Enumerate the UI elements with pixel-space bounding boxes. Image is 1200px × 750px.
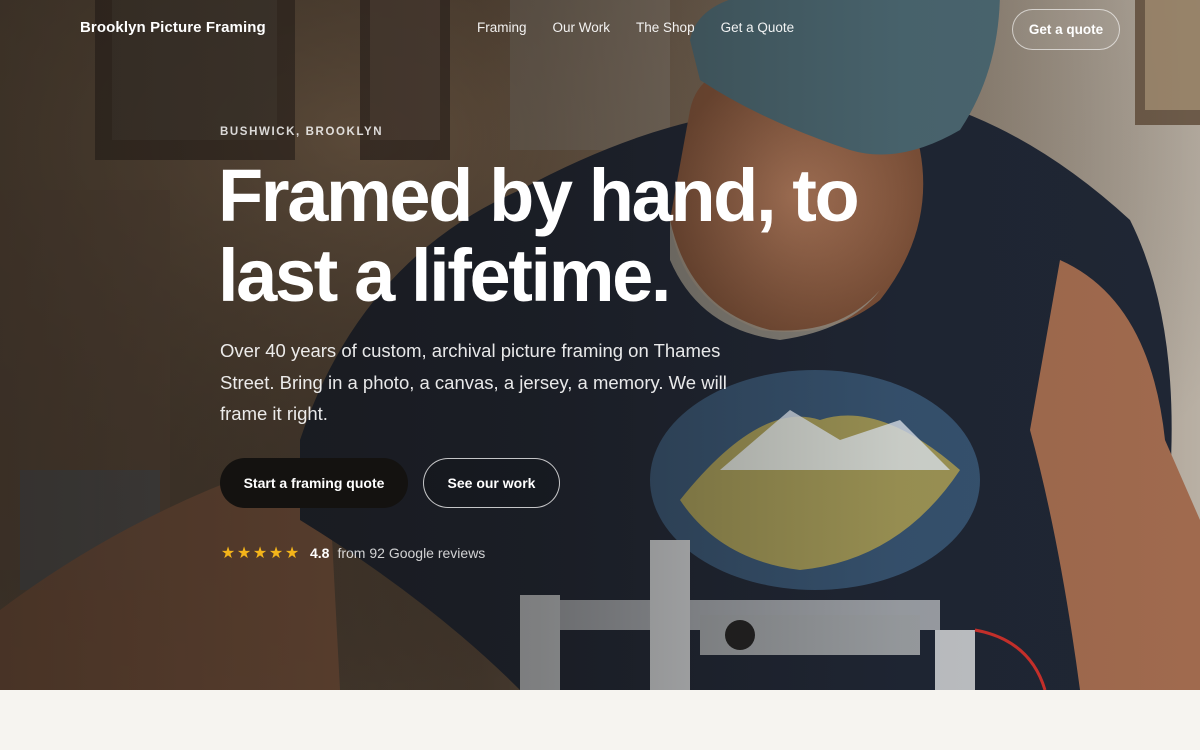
hero-description: Over 40 years of custom, archival pictur… <box>220 340 727 424</box>
nav-link-framing[interactable]: Framing <box>477 20 527 35</box>
see-our-work-button[interactable]: See our work <box>423 458 560 508</box>
hero-headline-line-1: Framed by hand, to <box>218 154 860 237</box>
rating-review-count: from 92 Google reviews <box>337 545 486 561</box>
nav-get-quote-button[interactable]: Get a quote <box>1012 9 1120 50</box>
hero-headline-line-2: last a lifetime. <box>218 234 671 317</box>
nav-link-get-a-quote[interactable]: Get a Quote <box>721 20 795 35</box>
top-navigation: Brooklyn Picture Framing Framing Our Wor… <box>0 0 1200 58</box>
star-icon: ★ <box>284 545 300 562</box>
star-icon: ★ <box>268 545 284 562</box>
google-rating: ★ ★ ★ ★ ★ 4.8 from 92 Google reviews <box>220 544 485 562</box>
nav-links: Framing Our Work The Shop Get a Quote <box>477 20 820 35</box>
start-framing-quote-button[interactable]: Start a framing quote <box>220 458 408 508</box>
hero-headline: Framed by hand, to last a lifetime. <box>218 156 918 316</box>
star-icon: ★ <box>252 545 268 562</box>
star-icon: ★ <box>236 545 252 562</box>
nav-link-the-shop[interactable]: The Shop <box>636 20 695 35</box>
hero-eyebrow: BUSHWICK, BROOKLYN <box>220 126 384 138</box>
nav-link-our-work[interactable]: Our Work <box>553 20 611 35</box>
brand-logo-text[interactable]: Brooklyn Picture Framing <box>80 19 266 36</box>
hero-section: Brooklyn Picture Framing Framing Our Wor… <box>0 0 1200 690</box>
rating-stars: ★ ★ ★ ★ ★ <box>220 543 300 563</box>
rating-score: 4.8 <box>310 545 330 561</box>
star-icon: ★ <box>220 545 236 562</box>
next-section <box>0 690 1200 750</box>
